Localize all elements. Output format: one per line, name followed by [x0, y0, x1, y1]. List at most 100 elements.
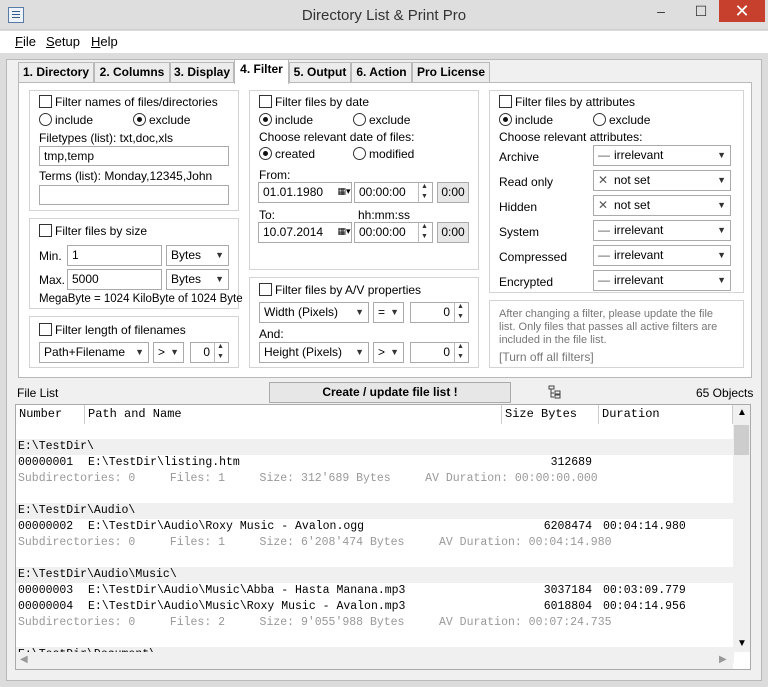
names-exclude-radio[interactable]: [133, 113, 146, 126]
attr-compressed-select[interactable]: — irrelevant ▼: [593, 245, 731, 266]
file-row[interactable]: 00000002 E:\TestDir\Audio\Roxy Music - Av…: [16, 519, 734, 535]
menu-help[interactable]: Help: [91, 34, 118, 49]
tree-view-icon[interactable]: [548, 385, 562, 399]
av-value1-spinner[interactable]: [454, 302, 468, 323]
tab-filter[interactable]: 4. Filter: [234, 59, 289, 84]
time-from-reset-button[interactable]: 0:00: [437, 182, 469, 203]
length-value-spinner[interactable]: [214, 342, 228, 363]
create-file-list-button[interactable]: Create / update file list !: [269, 382, 511, 403]
file-size: 3037184: [543, 584, 592, 597]
attributes-exclude-label: exclude: [609, 113, 651, 127]
file-row[interactable]: 00000004 E:\TestDir\Audio\Music\Roxy Musi…: [16, 599, 734, 615]
directory-path: E:\TestDir\: [18, 440, 94, 453]
filetypes-input[interactable]: tmp,temp: [39, 146, 229, 166]
attributes-filter-label: Filter files by attributes: [515, 95, 636, 109]
close-button[interactable]: ✕: [719, 0, 765, 22]
attr-archive-select[interactable]: — irrelevant ▼: [593, 145, 731, 166]
size-max-label: Max.: [39, 273, 66, 287]
av-operator1-select[interactable]: = ▼: [373, 302, 404, 323]
size-min-input[interactable]: 1: [67, 245, 162, 266]
scroll-down-icon[interactable]: ▼: [737, 638, 747, 649]
directory-row[interactable]: E:\TestDir\Audio\Music\: [16, 567, 734, 583]
column-header-number[interactable]: Number: [16, 405, 85, 424]
directory-row[interactable]: E:\TestDir\Audio\: [16, 503, 734, 519]
calendar-dropdown-icon[interactable]: ▦▾: [337, 182, 351, 203]
names-filter-label: Filter names of files/directories: [55, 95, 218, 109]
column-header-duration[interactable]: Duration: [599, 405, 733, 424]
attr-hidden-select[interactable]: ✕ not set ▼: [593, 195, 731, 216]
file-list-label: File List: [17, 386, 59, 400]
scroll-left-icon[interactable]: ◀: [20, 654, 28, 665]
minimize-button[interactable]: –: [646, 0, 676, 22]
directory-path: E:\TestDir\Audio\: [18, 504, 136, 517]
terms-input[interactable]: [39, 185, 229, 205]
blank-row: [16, 487, 734, 503]
tab-display[interactable]: 3. Display: [170, 62, 234, 83]
calendar-dropdown-icon[interactable]: ▦▾: [337, 222, 351, 243]
length-field-value: Path+Filename: [44, 345, 126, 359]
attributes-filter-checkbox[interactable]: [499, 95, 512, 108]
filter-hint-line3: included in the file list.: [499, 334, 607, 346]
attr-encrypted-select[interactable]: — irrelevant ▼: [593, 270, 731, 291]
scroll-up-icon[interactable]: ▲: [737, 407, 747, 418]
column-header-size[interactable]: Size Bytes: [502, 405, 599, 424]
size-min-unit-select[interactable]: Bytes ▼: [166, 245, 229, 266]
maximize-button[interactable]: ☐: [686, 0, 716, 22]
chevron-down-icon: ▼: [355, 347, 364, 357]
subtotal-text: Subdirectories: 0 Files: 1 Size: 312'689…: [18, 472, 598, 485]
file-duration: 00:04:14.980: [603, 520, 686, 533]
not-set-x-icon: ✕: [598, 198, 609, 212]
turn-off-filters-link[interactable]: [Turn off all filters]: [499, 351, 594, 364]
directory-row[interactable]: E:\TestDir\: [16, 439, 734, 455]
date-modified-radio[interactable]: [353, 147, 366, 160]
file-row[interactable]: 00000003 E:\TestDir\Audio\Music\Abba - Ha…: [16, 583, 734, 599]
size-filter-label: Filter files by size: [55, 224, 148, 238]
size-filter-checkbox[interactable]: [39, 224, 52, 237]
date-filter-checkbox[interactable]: [259, 95, 272, 108]
attr-hidden-value: not set: [614, 198, 651, 212]
tab-directory[interactable]: 1. Directory: [18, 62, 94, 83]
av-property1-select[interactable]: Width (Pixels) ▼: [259, 302, 369, 323]
names-filter-checkbox[interactable]: [39, 95, 52, 108]
date-include-radio[interactable]: [259, 113, 272, 126]
attr-readonly-select[interactable]: ✕ not set ▼: [593, 170, 731, 191]
date-created-label: created: [275, 147, 316, 161]
av-value2-spinner[interactable]: [454, 342, 468, 363]
size-max-unit-select[interactable]: Bytes ▼: [166, 269, 229, 290]
file-path: E:\TestDir\Audio\Roxy Music - Avalon.ogg: [88, 520, 365, 533]
date-exclude-label: exclude: [369, 113, 411, 127]
menu-file[interactable]: File: [15, 34, 36, 49]
date-to-label: To:: [259, 208, 276, 222]
tab-pro-license[interactable]: Pro License: [412, 62, 490, 83]
file-row[interactable]: 00000001 E:\TestDir\listing.htm 312689: [16, 455, 734, 471]
tab-output[interactable]: 5. Output: [289, 62, 351, 83]
column-header-path[interactable]: Path and Name: [85, 405, 502, 424]
av-filter-checkbox[interactable]: [259, 283, 272, 296]
time-from-spinner[interactable]: [418, 182, 432, 203]
vertical-scrollbar[interactable]: ▲ ▼: [733, 405, 750, 652]
chevron-down-icon: ▼: [215, 274, 224, 284]
length-operator-select[interactable]: > ▼: [153, 342, 184, 363]
vertical-scroll-thumb[interactable]: [734, 425, 749, 455]
date-created-radio[interactable]: [259, 147, 272, 160]
size-max-input[interactable]: 5000: [67, 269, 162, 290]
not-set-x-icon: ✕: [598, 173, 609, 187]
chevron-down-icon: ▼: [717, 225, 726, 235]
horizontal-scrollbar[interactable]: ◀ ▶: [16, 652, 733, 669]
av-property2-select[interactable]: Height (Pixels) ▼: [259, 342, 369, 363]
time-to-spinner[interactable]: [418, 222, 432, 243]
scroll-right-icon[interactable]: ▶: [719, 654, 727, 665]
chevron-down-icon: ▼: [717, 150, 726, 160]
names-include-radio[interactable]: [39, 113, 52, 126]
length-field-select[interactable]: Path+Filename ▼: [39, 342, 149, 363]
menu-setup[interactable]: Setup: [46, 34, 80, 49]
length-filter-checkbox[interactable]: [39, 323, 52, 336]
attributes-include-radio[interactable]: [499, 113, 512, 126]
tab-columns[interactable]: 2. Columns: [94, 62, 170, 83]
time-to-reset-button[interactable]: 0:00: [437, 222, 469, 243]
tab-action[interactable]: 6. Action: [351, 62, 412, 83]
attributes-exclude-radio[interactable]: [593, 113, 606, 126]
attr-system-select[interactable]: — irrelevant ▼: [593, 220, 731, 241]
av-operator2-select[interactable]: > ▼: [373, 342, 404, 363]
date-exclude-radio[interactable]: [353, 113, 366, 126]
